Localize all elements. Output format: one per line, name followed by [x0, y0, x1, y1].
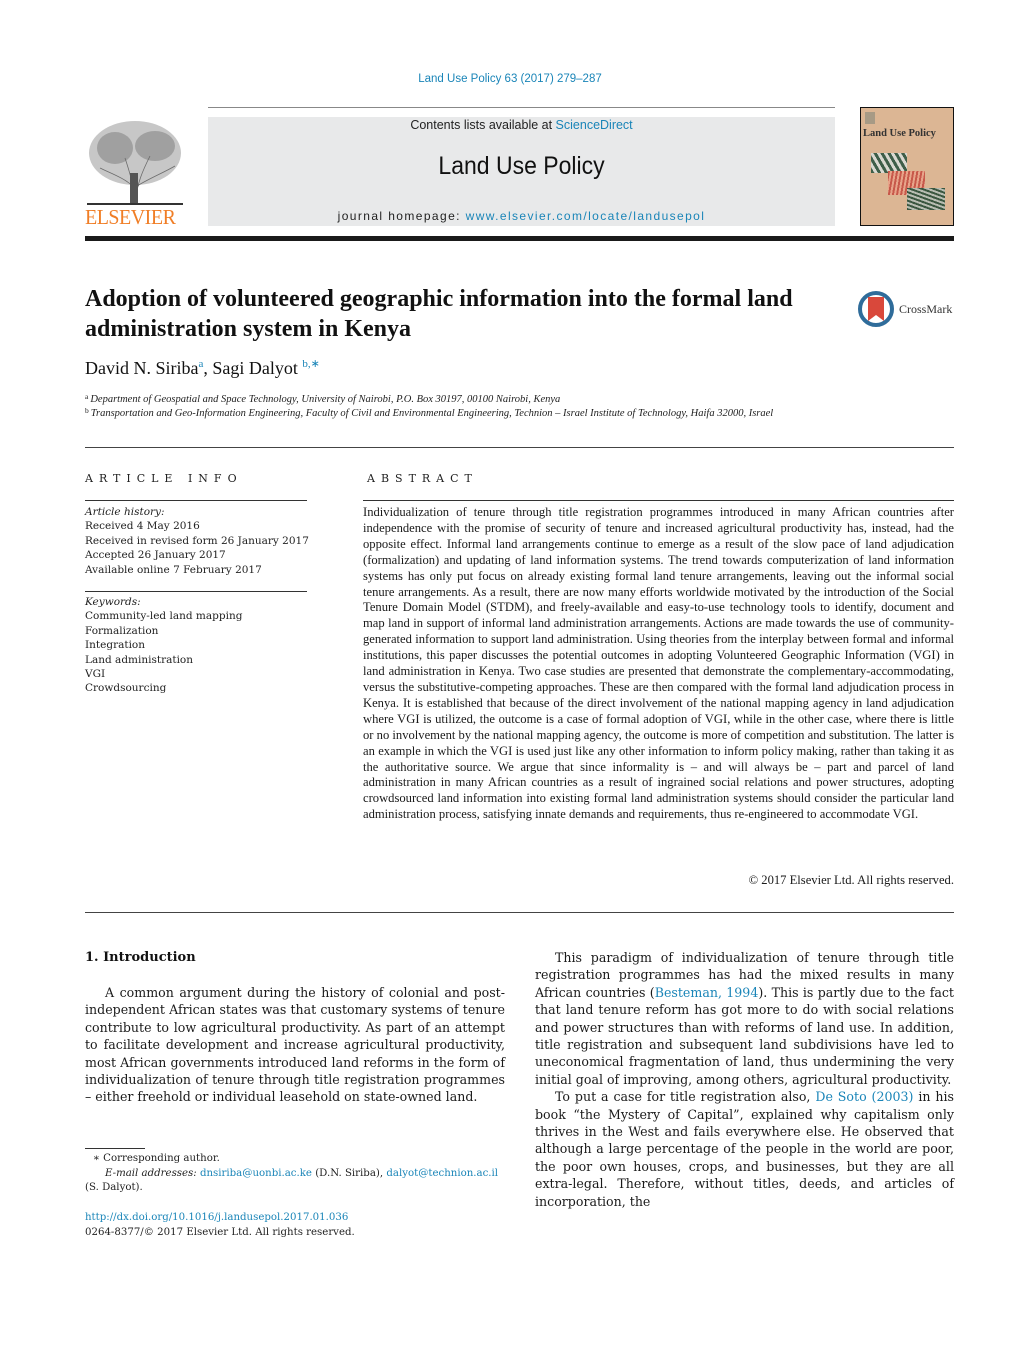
- keyword-item: Integration: [85, 639, 146, 652]
- history-item: Available online 7 February 2017: [85, 563, 262, 576]
- homepage-prefix: journal homepage:: [337, 209, 466, 223]
- contents-prefix: Contents lists available at: [410, 118, 556, 132]
- journal-cover-thumbnail[interactable]: Land Use Policy: [860, 107, 954, 226]
- keyword-item: Land administration: [85, 653, 194, 666]
- journal-homepage-line: journal homepage: www.elsevier.com/locat…: [208, 209, 835, 223]
- issn-copyright: 0264-8377/© 2017 Elsevier Ltd. All right…: [85, 1226, 355, 1238]
- keyword-item: Formalization: [85, 624, 159, 637]
- contents-line: Contents lists available at ScienceDirec…: [208, 118, 835, 132]
- paragraph-text: in his book “the Mystery of Capital”, ex…: [535, 1089, 954, 1209]
- affiliation-marker: b: [85, 406, 89, 415]
- crossmark-button[interactable]: CrossMark: [858, 291, 958, 329]
- cover-photo-1: [871, 153, 907, 173]
- author-affiliation-marker[interactable]: b,∗: [302, 358, 319, 370]
- header-thick-rule: [85, 236, 954, 241]
- body-divider: [85, 912, 954, 913]
- footnote-rule: [85, 1148, 145, 1149]
- keyword-item: Crowdsourcing: [85, 682, 167, 695]
- author-name[interactable]: Sagi Dalyot: [212, 358, 298, 378]
- intro-paragraph-3: To put a case for title registration als…: [535, 1088, 954, 1210]
- history-item: Received in revised form 26 January 2017: [85, 534, 309, 547]
- affiliation-marker: a: [85, 392, 89, 401]
- paragraph-text: ). This is partly due to the fact that l…: [535, 984, 954, 1087]
- email-link-siriba[interactable]: dnsiriba@uonbi.ac.ke: [200, 1168, 312, 1179]
- abstract-rule: [363, 500, 954, 501]
- header-rule: [208, 107, 835, 108]
- email-link-dalyot[interactable]: dalyot@technion.ac.il: [386, 1168, 498, 1179]
- article-history-label: Article history:: [85, 506, 165, 518]
- doi-link[interactable]: http://dx.doi.org/10.1016/j.landusepol.2…: [85, 1212, 348, 1223]
- email-line: E-mail addresses: dnsiriba@uonbi.ac.ke (…: [85, 1167, 505, 1182]
- intro-paragraph-2: This paradigm of individualization of te…: [535, 949, 954, 1088]
- email-label: E-mail addresses:: [105, 1167, 197, 1179]
- citation-link-desoto[interactable]: De Soto (2003): [815, 1089, 913, 1104]
- footnotes: ∗ Corresponding author. E-mail addresses…: [85, 1152, 505, 1196]
- article-history: Article history: Received 4 May 2016 Rec…: [85, 505, 310, 577]
- keyword-item: Community-led land mapping: [85, 610, 243, 623]
- author-list: David N. Siribaa, Sagi Dalyot b,∗: [85, 357, 320, 379]
- sciencedirect-link[interactable]: ScienceDirect: [556, 118, 633, 132]
- section-heading-introduction: 1. Introduction: [85, 950, 196, 965]
- body-right-column: This paradigm of individualization of te…: [535, 949, 954, 1210]
- abstract-copyright: © 2017 Elsevier Ltd. All rights reserved…: [748, 873, 954, 887]
- author-name[interactable]: David N. Siriba: [85, 358, 198, 378]
- paper-title: Adoption of volunteered geographic infor…: [85, 286, 793, 342]
- elsevier-wordmark: ELSEVIER: [85, 205, 176, 229]
- citation-link-besteman[interactable]: Besteman, 1994: [655, 985, 759, 1000]
- history-item: Received 4 May 2016: [85, 520, 200, 533]
- body-left-column: A common argument during the history of …: [85, 984, 505, 1106]
- email-owner: (D.N. Siriba),: [311, 1167, 387, 1179]
- journal-title: Land Use Policy: [438, 152, 605, 180]
- cover-title: Land Use Policy: [863, 128, 936, 139]
- abstract-heading: ABSTRACT: [367, 472, 478, 485]
- paragraph-text: To put a case for title registration als…: [555, 1089, 816, 1105]
- abstract-text: Individualization of tenure through titl…: [363, 505, 954, 822]
- keyword-item: VGI: [85, 668, 106, 681]
- cover-photo-3: [907, 188, 945, 210]
- intro-paragraph-1: A common argument during the history of …: [85, 985, 505, 1105]
- affiliation-text: Transportation and Geo-Information Engin…: [90, 408, 774, 419]
- journal-homepage-link[interactable]: www.elsevier.com/locate/landusepol: [466, 209, 706, 223]
- crossmark-label: CrossMark: [899, 302, 953, 316]
- article-info-rule: [85, 500, 307, 501]
- keywords-label: Keywords:: [85, 596, 141, 608]
- keywords-block: Keywords: Community-led land mapping For…: [85, 595, 310, 696]
- affiliation-b: b Transportation and Geo-Information Engi…: [85, 404, 845, 421]
- section-divider: [85, 447, 954, 448]
- corresponding-author-note: ∗ Corresponding author.: [93, 1153, 220, 1164]
- doi-block: http://dx.doi.org/10.1016/j.landusepol.2…: [85, 1211, 505, 1240]
- journal-citation-link[interactable]: Land Use Policy 63 (2017) 279–287: [0, 73, 1020, 85]
- email-owner: (S. Dalyot).: [85, 1182, 143, 1194]
- history-item: Accepted 26 January 2017: [85, 549, 226, 562]
- article-info-heading: ARTICLE INFO: [85, 472, 243, 485]
- keywords-rule: [85, 591, 307, 592]
- cover-publisher-logo-icon: [865, 112, 875, 124]
